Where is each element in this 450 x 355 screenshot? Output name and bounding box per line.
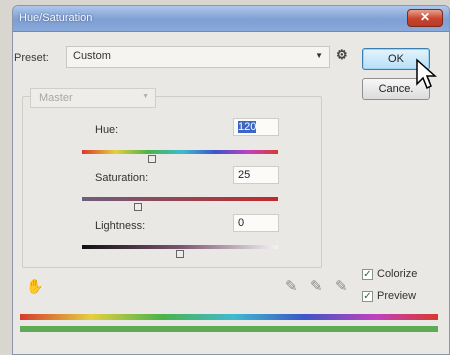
lightness-slider-thumb[interactable] xyxy=(176,250,184,258)
channel-dropdown[interactable]: Master ▼ xyxy=(30,88,156,108)
saturation-field[interactable]: 25 xyxy=(233,166,279,184)
eyedropper-minus-icon[interactable]: ✎ xyxy=(335,277,348,295)
colorize-checkbox[interactable]: ✓ xyxy=(362,268,373,280)
eyedropper-icon[interactable]: ✎ xyxy=(285,277,298,295)
saturation-slider-thumb[interactable] xyxy=(134,203,142,211)
preset-options-icon[interactable]: ⚙ xyxy=(336,48,350,62)
hue-slider-track[interactable] xyxy=(82,150,278,154)
window-title: Hue/Saturation xyxy=(19,12,93,24)
preset-dropdown[interactable]: Custom ▼ xyxy=(66,46,330,68)
lightness-slider-track[interactable] xyxy=(82,245,278,249)
title-bar[interactable]: Hue/Saturation ✕ xyxy=(13,6,449,32)
lightness-field[interactable]: 0 xyxy=(233,214,279,232)
output-color-bar xyxy=(20,326,438,332)
preset-value: Custom xyxy=(73,50,111,62)
eyedropper-plus-icon[interactable]: ✎ xyxy=(310,277,323,295)
close-icon: ✕ xyxy=(419,10,431,24)
colorize-label: Colorize xyxy=(377,268,418,280)
saturation-value: 25 xyxy=(238,169,251,181)
channel-value: Master xyxy=(39,92,73,104)
hue-label: Hue: xyxy=(95,124,119,136)
preview-option[interactable]: ✓ Preview xyxy=(362,290,416,302)
colorize-option[interactable]: ✓ Colorize xyxy=(362,268,417,280)
lightness-value: 0 xyxy=(238,217,245,229)
chevron-down-icon: ▼ xyxy=(315,51,323,60)
hand-icon[interactable]: ✋ xyxy=(26,278,43,295)
input-color-bar xyxy=(20,314,438,320)
close-button[interactable]: ✕ xyxy=(407,9,443,27)
hue-field[interactable]: 120 xyxy=(233,118,279,136)
preview-checkbox[interactable]: ✓ xyxy=(362,290,373,302)
hue-value: 120 xyxy=(238,121,257,133)
mouse-cursor-icon xyxy=(416,58,437,90)
saturation-slider-track[interactable] xyxy=(82,197,278,201)
chevron-down-icon: ▼ xyxy=(142,93,149,100)
lightness-label: Lightness: xyxy=(95,220,146,232)
preview-label: Preview xyxy=(377,290,417,302)
preset-label: Preset: xyxy=(14,52,49,64)
saturation-label: Saturation: xyxy=(95,172,149,184)
hue-slider-thumb[interactable] xyxy=(148,155,156,163)
